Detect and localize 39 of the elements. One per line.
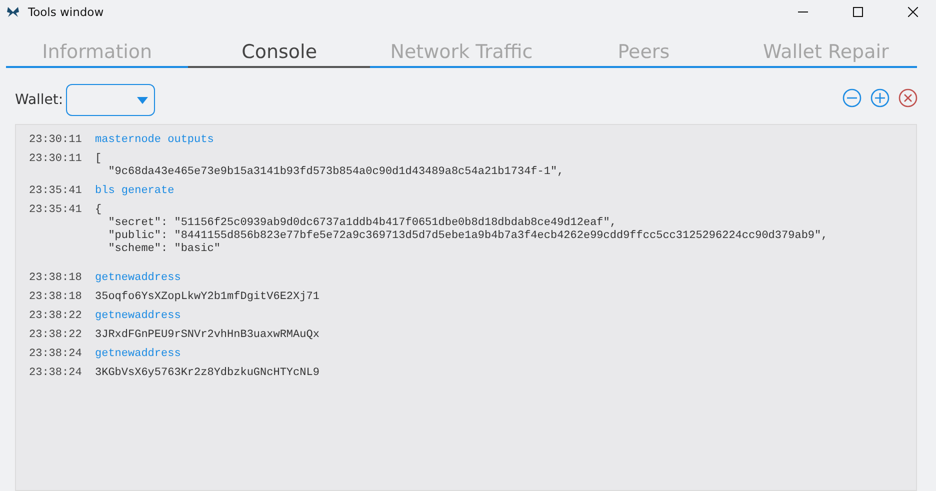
console-output: [ <box>95 153 103 166</box>
tab[interactable]: Console <box>188 38 370 68</box>
tab[interactable]: Wallet Repair <box>734 38 918 68</box>
timestamp: 23:30:11 <box>29 153 83 167</box>
console-command: getnewaddress <box>95 348 181 361</box>
console-output: "secret": "51156f25c0939ab9d0dc6737a1ddb4b417f0651dbe0b8d18dbdab8ce49d12eaf", <box>107 217 618 230</box>
console-output: 3KGbVsX6y5763Kr2z8YdbzkuGNcHTYcNL9 <box>95 367 320 380</box>
timestamp: 23:38:24 <box>29 348 83 361</box>
butterfly-icon <box>7 7 19 17</box>
console-output: 3JRxdFGnPEU9rSNVr2vhHnB3uaxwRMAuQx <box>95 329 320 342</box>
timestamp: 23:35:41 <box>29 204 83 218</box>
tab[interactable]: Network Traffic <box>370 38 553 68</box>
zoom-in-icon[interactable] <box>870 88 890 108</box>
window-title: Tools window <box>28 5 105 19</box>
zoom-out-icon[interactable] <box>842 88 862 108</box>
wallet-dropdown[interactable] <box>66 84 156 116</box>
console-output: 35oqfo6YsXZopLkwY2b1mfDgitV6E2Xj71 <box>95 291 320 304</box>
close-icon[interactable] <box>908 7 918 17</box>
timestamp: 23:38:18 <box>29 291 83 304</box>
caret-icon <box>137 96 148 104</box>
console-command: bls generate <box>95 185 174 198</box>
tab[interactable]: Information <box>6 38 188 68</box>
timestamp: 23:38:18 <box>29 272 83 285</box>
timestamp: 23:38:22 <box>29 310 83 323</box>
console-output: "9c68da43e465e73e9b15a3141b93fd573b854a0c90d1d43489a8c54a21b1734f-1", <box>107 166 564 179</box>
maximize-icon[interactable] <box>853 7 863 17</box>
console-command: getnewaddress <box>95 310 181 323</box>
console-output: "scheme": "basic" <box>107 243 222 256</box>
tab[interactable]: Peers <box>552 38 735 68</box>
clear-icon[interactable] <box>898 88 918 108</box>
console-output: { <box>95 204 103 217</box>
wallet-label: Wallet: <box>15 92 64 108</box>
console-command: masternode outputs <box>95 134 214 147</box>
timestamp: 23:38:24 <box>29 367 83 380</box>
timestamp: 23:30:11 <box>29 134 83 147</box>
timestamp: 23:35:41 <box>29 185 83 198</box>
console-output: "public": "8441155d856b823e77bfe5e72a9c369713d5d7d5ebe1a9b4b7a3f4ecb4262e99cdd9ffcc5cc3125296224cc90d379ab9", <box>107 230 828 243</box>
console-command: getnewaddress <box>95 272 181 285</box>
timestamp: 23:38:22 <box>29 329 83 342</box>
